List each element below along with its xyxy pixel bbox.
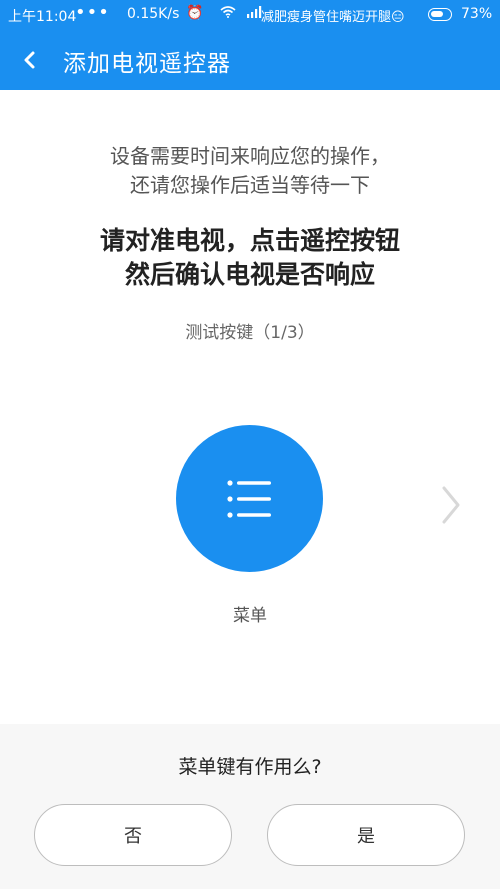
network-speed: 0.15K/s: [127, 6, 180, 22]
yes-button[interactable]: 是: [267, 804, 465, 866]
chevron-right-icon: [442, 486, 460, 524]
yes-button-label: 是: [357, 826, 375, 847]
status-icons: ⏰: [186, 5, 262, 21]
menu-list-icon: [226, 479, 271, 518]
hint-line-1: 设备需要时间来响应您的操作，: [110, 144, 390, 168]
app-bar: 添加电视遥控器: [0, 30, 500, 90]
status-bar: 上午11:04 ••• 0.15K/s ⏰ 减肥瘦身管住嘴迈开腿😑 73%: [0, 0, 500, 30]
test-progress-label: 测试按键（1/3）: [185, 323, 315, 343]
back-button[interactable]: [14, 44, 46, 76]
instruction: 请对准电视，点击遥控按钮 然后确认电视是否响应: [0, 224, 500, 292]
battery-percent: 73%: [461, 6, 493, 22]
instruction-line-1: 请对准电视，点击遥控按钮: [99, 226, 400, 255]
no-button[interactable]: 否: [34, 804, 232, 866]
next-key-button[interactable]: [436, 484, 466, 526]
instruction-line-2: 然后确认电视是否响应: [124, 260, 375, 289]
battery-level: [431, 11, 444, 17]
menu-key-button[interactable]: [176, 425, 323, 572]
signal-icon: [246, 5, 262, 21]
screen: 上午11:04 ••• 0.15K/s ⏰ 减肥瘦身管住嘴迈开腿😑 73% 添加…: [0, 0, 500, 889]
chevron-left-icon: [24, 51, 35, 69]
wifi-icon: [209, 5, 246, 21]
hint-line-2: 还请您操作后适当等待一下: [130, 173, 370, 197]
status-dots: •••: [75, 2, 110, 23]
alarm-icon: ⏰: [186, 5, 210, 21]
wait-hint: 设备需要时间来响应您的操作， 还请您操作后适当等待一下: [0, 142, 500, 200]
status-time: 上午11:04: [8, 9, 77, 25]
confirm-panel: 菜单键有作用么? 否 是: [0, 724, 500, 889]
confirm-question: 菜单键有作用么?: [178, 756, 322, 778]
notification-ticker: 减肥瘦身管住嘴迈开腿😑: [261, 10, 405, 25]
page-title: 添加电视遥控器: [63, 51, 231, 77]
key-name-label: 菜单: [233, 606, 267, 626]
no-button-label: 否: [124, 826, 142, 847]
battery-icon: [428, 8, 452, 21]
